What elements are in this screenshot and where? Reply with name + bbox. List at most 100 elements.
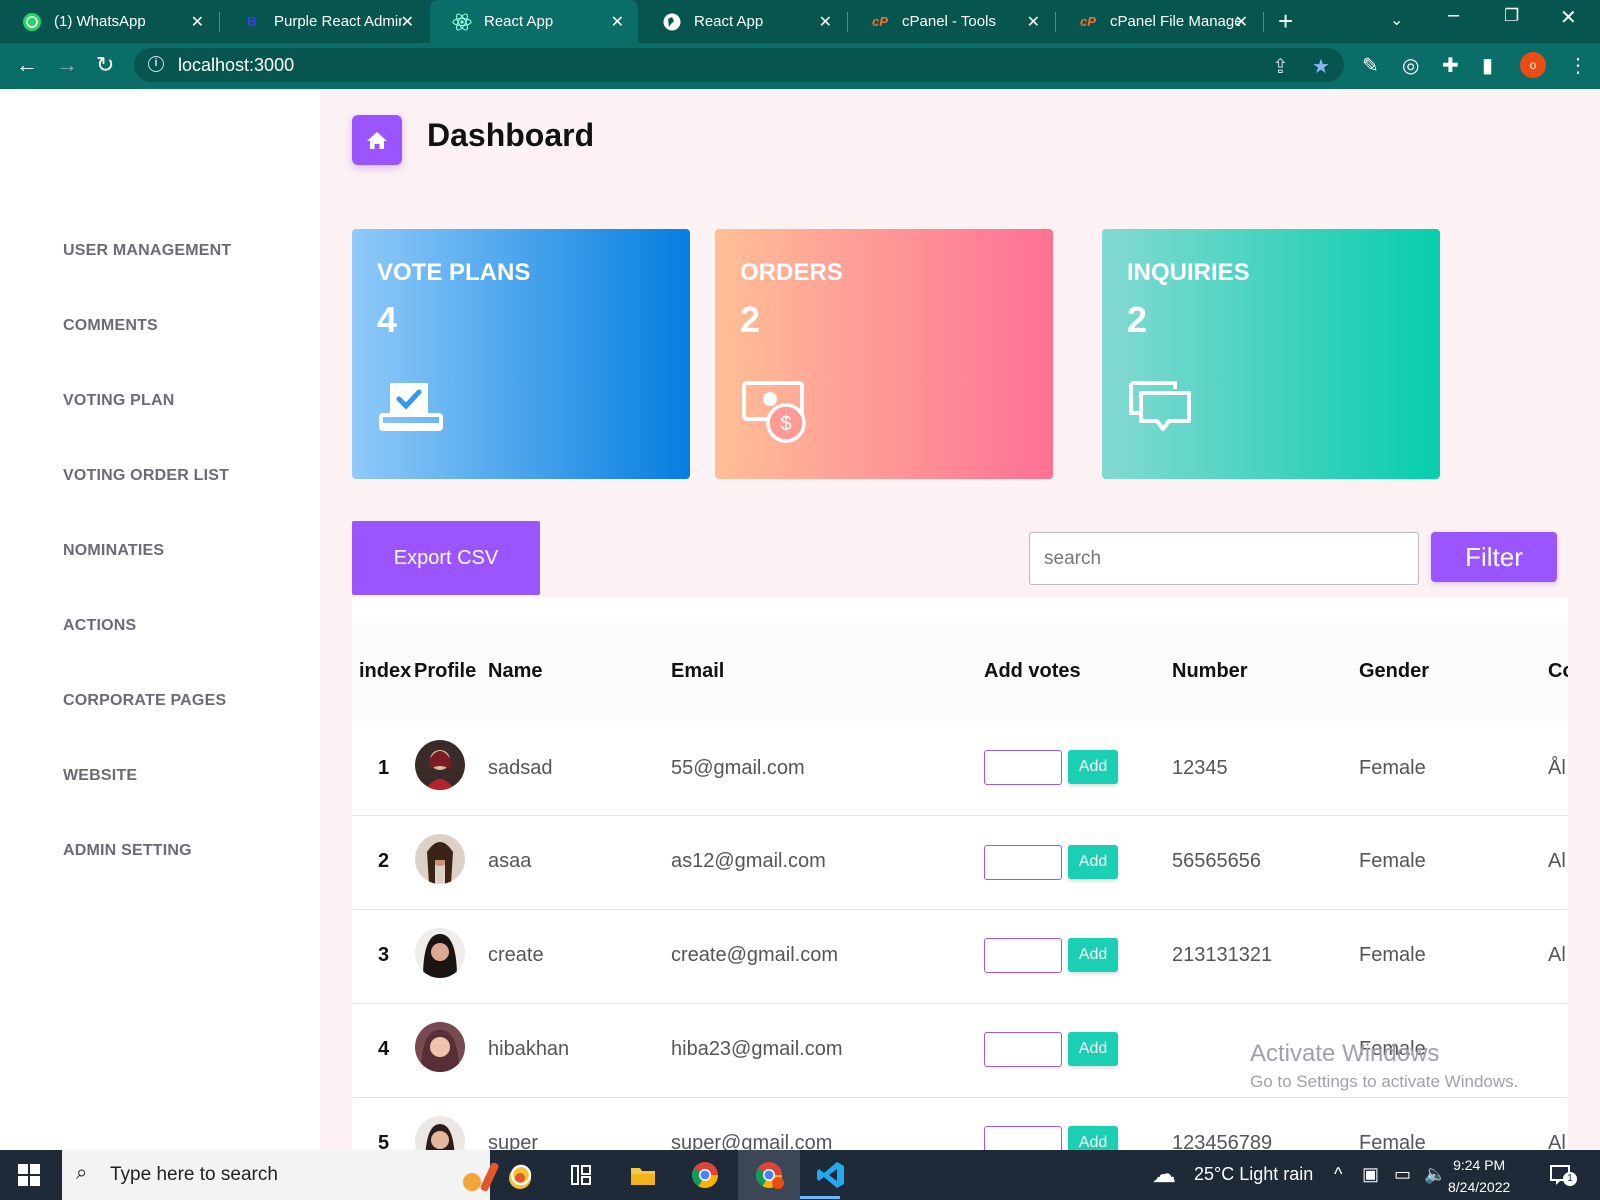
sidebar-item-actions[interactable]: ACTIONS — [63, 617, 136, 635]
tab-cpanel-tools[interactable]: cP cPanel - Tools ✕ — [848, 0, 1054, 43]
tab-whatsapp[interactable]: (1) WhatsApp ✕ — [0, 0, 218, 43]
address-bar[interactable]: i localhost:3000 ⇪ ★ — [134, 48, 1344, 82]
target-extension-icon[interactable]: ◎ — [1402, 53, 1419, 78]
cpanel-icon: cP — [1080, 14, 1096, 29]
forward-arrow-icon[interactable]: → — [56, 52, 78, 78]
sidebar-item-corporate-pages[interactable]: CORPORATE PAGES — [63, 692, 226, 710]
table-header: index Profile Name Email Add votes Numbe… — [352, 622, 1568, 722]
add-votes-button[interactable]: Add — [1068, 750, 1118, 784]
inquiries-card[interactable]: INQUIRIES 2 — [1102, 229, 1440, 479]
new-tab-plus-icon[interactable]: + — [1278, 6, 1293, 37]
clock-time: 9:24 PM — [1453, 1157, 1506, 1173]
add-votes-input[interactable] — [984, 938, 1062, 973]
add-votes-button[interactable]: Add — [1068, 938, 1118, 972]
tab-purple-react-admin[interactable]: B Purple React Admin ✕ — [220, 0, 428, 43]
table-row: 3 create create@gmail.com Add 213131321 … — [352, 910, 1568, 1004]
chrome-icon[interactable] — [690, 1160, 720, 1190]
row-name: create — [488, 944, 544, 966]
tab-react-app[interactable]: React App ✕ — [640, 0, 846, 43]
add-votes-input[interactable] — [984, 845, 1062, 880]
weather-text[interactable]: 25°C Light rain — [1194, 1164, 1313, 1185]
vscode-icon[interactable] — [816, 1160, 846, 1190]
back-arrow-icon[interactable]: ← — [16, 52, 38, 78]
sidebar-item-website[interactable]: WEBSITE — [63, 767, 137, 785]
sidebar-item-voting-order-list[interactable]: VOTING ORDER LIST — [63, 467, 229, 485]
close-tab-icon[interactable]: ✕ — [1027, 12, 1040, 32]
sidebar: USER MANAGEMENT COMMENTS VOTING PLAN VOT… — [0, 89, 320, 1150]
row-email: hiba23@gmail.com — [671, 1038, 843, 1060]
watermark-title: Activate Windows — [1250, 1040, 1440, 1067]
add-votes-button[interactable]: Add — [1068, 845, 1118, 879]
sidebar-item-admin-setting[interactable]: ADMIN SETTING — [63, 842, 192, 860]
add-votes-input[interactable] — [984, 750, 1062, 785]
row-name: super — [488, 1132, 539, 1150]
row-email: as12@gmail.com — [671, 850, 826, 872]
close-tab-icon[interactable]: ✕ — [1235, 12, 1248, 32]
table-row: 2 asaa as12@gmail.com Add 56565656 Femal… — [352, 816, 1568, 910]
puzzle-extensions-icon[interactable]: ✚ — [1442, 53, 1459, 78]
notification-center-icon[interactable]: 1 — [1548, 1162, 1577, 1193]
tab-title: (1) WhatsApp — [54, 13, 146, 30]
sidebar-item-user-management[interactable]: USER MANAGEMENT — [63, 242, 231, 260]
card-value: 2 — [1127, 299, 1148, 340]
tab-search-chevron-icon[interactable]: ⌄ — [1390, 10, 1403, 30]
reload-icon[interactable]: ↻ — [96, 52, 114, 78]
cpanel-icon: cP — [872, 14, 888, 29]
site-info-icon[interactable]: i — [148, 56, 164, 72]
pen-extension-icon[interactable]: ✎ — [1362, 53, 1379, 78]
close-tab-icon[interactable]: ✕ — [611, 12, 624, 32]
row-name: sadsad — [488, 757, 553, 779]
globe-icon — [662, 12, 682, 32]
close-tab-icon[interactable]: ✕ — [819, 12, 832, 32]
watermark-subtitle: Go to Settings to activate Windows. — [1250, 1072, 1519, 1091]
orders-card[interactable]: ORDERS 2 $ — [715, 229, 1053, 479]
add-votes-input[interactable] — [984, 1032, 1062, 1067]
row-number: 56565656 — [1172, 850, 1261, 872]
browser-menu-icon[interactable]: ⋮ — [1568, 53, 1588, 78]
side-panel-icon[interactable]: ▮ — [1482, 53, 1493, 78]
table-row: 1 sadsad 55@gmail.com Add 12345 Female Å… — [352, 722, 1568, 816]
card-label: ORDERS — [740, 259, 843, 286]
share-icon[interactable]: ⇪ — [1272, 54, 1289, 79]
row-gender: Female — [1359, 944, 1426, 966]
chat-bubbles-icon — [1127, 377, 1195, 445]
tab-react-app-active[interactable]: React App ✕ — [430, 0, 638, 43]
chrome-profile-taskbar-item[interactable] — [738, 1150, 800, 1200]
active-app-indicator — [800, 1196, 840, 1199]
close-tab-icon[interactable]: ✕ — [191, 12, 204, 32]
windows-start-icon[interactable] — [18, 1164, 40, 1191]
clock-date: 8/24/2022 — [1448, 1179, 1511, 1195]
activate-windows-watermark: Activate Windows Go to Settings to activ… — [1250, 1040, 1518, 1092]
home-icon — [352, 115, 402, 165]
task-view-icon[interactable] — [566, 1160, 596, 1190]
tab-cpanel-file-manager[interactable]: cP cPanel File Manage ✕ — [1056, 0, 1262, 43]
file-explorer-icon[interactable] — [628, 1160, 658, 1190]
close-tab-icon[interactable]: ✕ — [401, 12, 414, 32]
restore-window-icon[interactable]: ❐ — [1504, 6, 1519, 26]
volume-icon[interactable]: 🔈 — [1424, 1164, 1446, 1185]
export-csv-button[interactable]: Export CSV — [352, 521, 540, 595]
weather-cloud-icon[interactable]: ☁ — [1152, 1160, 1176, 1189]
add-votes-button[interactable]: Add — [1068, 1032, 1118, 1066]
sidebar-item-comments[interactable]: COMMENTS — [63, 317, 158, 335]
taskbar-search-box[interactable]: ⌕ Type here to search — [62, 1150, 531, 1200]
sidebar-item-nominaties[interactable]: NOMINATIES — [63, 542, 164, 560]
meet-now-icon[interactable]: ▣ — [1362, 1164, 1379, 1185]
cortana-icon[interactable] — [506, 1160, 536, 1190]
search-input[interactable] — [1029, 532, 1419, 585]
row-extra: Al — [1548, 850, 1566, 872]
network-icon[interactable]: ▭ — [1394, 1164, 1411, 1185]
bookmark-star-icon[interactable]: ★ — [1312, 54, 1330, 79]
filter-button[interactable]: Filter — [1431, 532, 1557, 582]
add-votes-button[interactable]: Add — [1068, 1126, 1118, 1150]
react-icon — [452, 12, 472, 32]
add-votes-input[interactable] — [984, 1126, 1062, 1150]
vote-plans-card[interactable]: VOTE PLANS 4 — [352, 229, 690, 479]
close-window-icon[interactable]: ✕ — [1560, 5, 1577, 30]
sidebar-item-voting-plan[interactable]: VOTING PLAN — [63, 392, 175, 410]
row-index: 4 — [378, 1038, 390, 1060]
profile-avatar[interactable]: o — [1520, 52, 1546, 78]
minimize-icon[interactable]: – — [1448, 4, 1459, 27]
system-clock[interactable]: 9:24 PM 8/24/2022 — [1448, 1154, 1510, 1198]
show-hidden-icons-chevron-icon[interactable]: ^ — [1334, 1164, 1342, 1185]
